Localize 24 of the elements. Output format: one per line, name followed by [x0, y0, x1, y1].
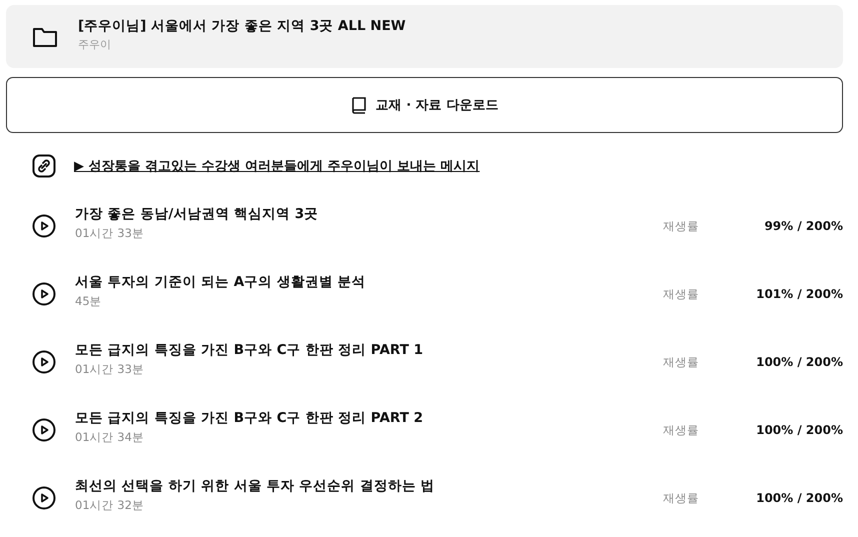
course-author: 주우이: [78, 37, 112, 52]
playback-rate-label: 재생률: [663, 422, 700, 438]
playback-rate-label: 재생률: [663, 218, 700, 234]
playback-rate-label: 재생률: [663, 354, 700, 370]
playback-rate: 100% / 200%: [755, 423, 843, 437]
playback-rate-label: 재생률: [663, 286, 700, 302]
lesson-duration: 01시간 34분: [75, 430, 145, 445]
lesson-duration: 45분: [75, 294, 103, 309]
course-title: [주우이님] 서울에서 가장 좋은 지역 3곳 ALL NEW: [78, 17, 406, 35]
playback-rate: 99% / 200%: [763, 219, 843, 233]
lesson-title[interactable]: 가장 좋은 동남/서남권역 핵심지역 3곳: [75, 205, 663, 223]
playback-rate: 100% / 200%: [755, 355, 843, 369]
download-button[interactable]: 교재 · 자료 다운로드: [6, 77, 843, 133]
playback-rate: 100% / 200%: [755, 491, 843, 505]
lesson-title[interactable]: 모든 급지의 특징을 가진 B구와 C구 한판 정리 PART 2: [75, 409, 663, 427]
playback-rate: 101% / 200%: [755, 287, 843, 301]
lesson-duration: 01시간 33분: [75, 226, 145, 241]
lesson-duration: 01시간 33분: [75, 362, 145, 377]
playback-rate-label: 재생률: [663, 490, 700, 506]
lesson-title[interactable]: 모든 급지의 특징을 가진 B구와 C구 한판 정리 PART 1: [75, 341, 663, 359]
lesson-duration: 01시간 32분: [75, 498, 145, 513]
message-link[interactable]: ▶ 성장통을 겪고있는 수강생 여러분들에게 주우이님이 보내는 메시지: [74, 157, 480, 175]
lesson-title[interactable]: 서울 투자의 기준이 되는 A구의 생활권별 분석: [75, 273, 663, 291]
lesson-title[interactable]: 최선의 선택을 하기 위한 서울 투자 우선순위 결정하는 법: [75, 477, 663, 495]
